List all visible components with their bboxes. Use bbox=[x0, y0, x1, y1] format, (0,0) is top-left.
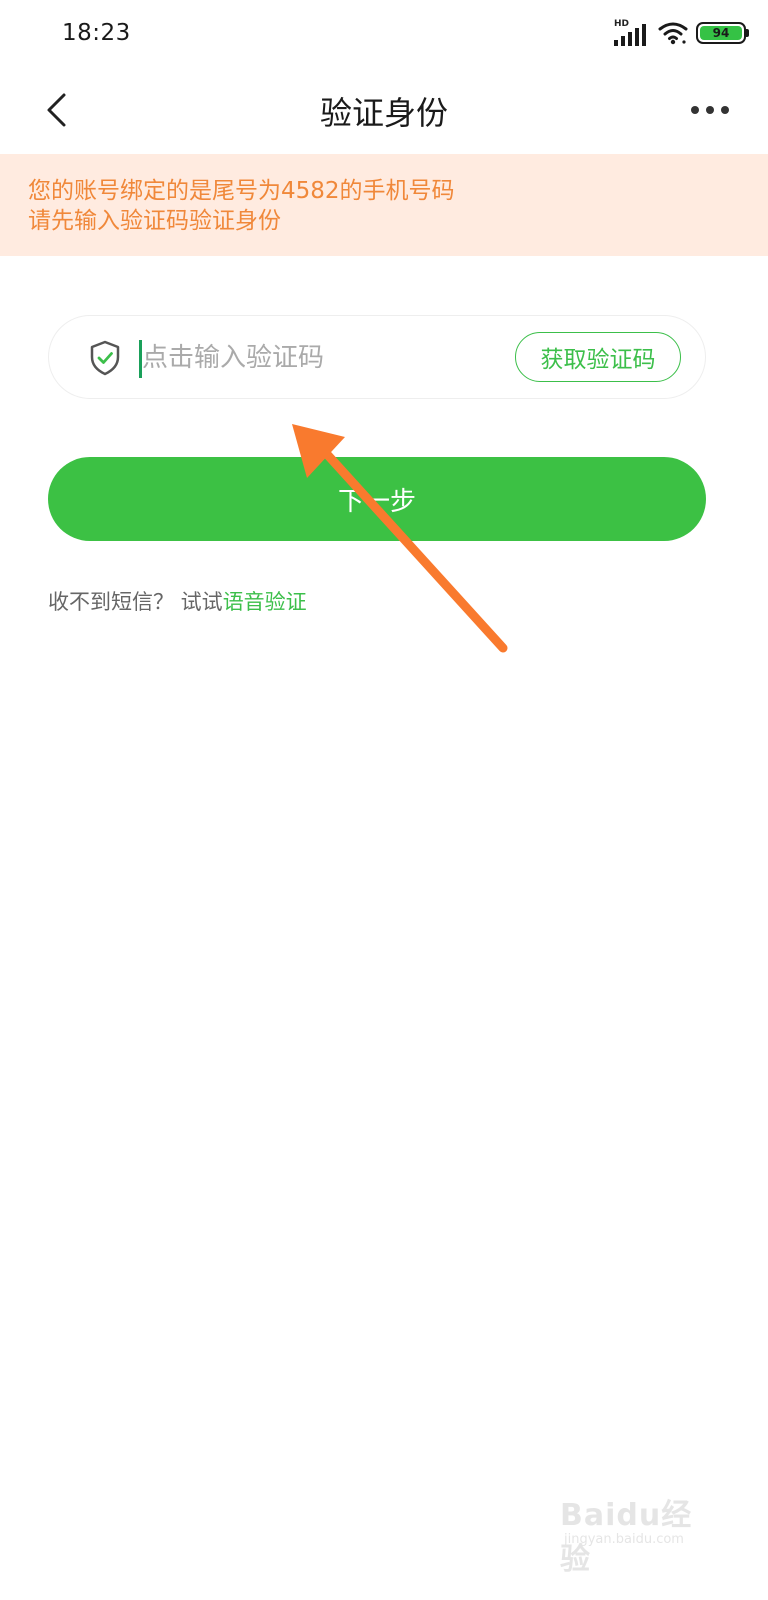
voice-verification-hint: 收不到短信？ 试试语音验证 bbox=[48, 586, 307, 616]
screen: 18:23 HD 94 验证身份 您的账号绑定的是尾号为4582的手机号码 请先… bbox=[0, 0, 768, 1600]
status-bar: 18:23 HD 94 bbox=[0, 0, 768, 66]
notice-line-1: 您的账号绑定的是尾号为4582的手机号码 bbox=[28, 178, 455, 204]
battery-level: 94 bbox=[700, 26, 742, 40]
more-dots-icon bbox=[691, 106, 729, 114]
battery-icon: 94 bbox=[696, 22, 749, 44]
status-icons: HD 94 bbox=[614, 18, 749, 48]
status-time: 18:23 bbox=[62, 20, 131, 46]
voice-hint-prefix: 收不到短信？ 试试 bbox=[48, 590, 223, 614]
signal-icon: HD bbox=[614, 19, 648, 47]
next-step-button[interactable]: 下一步 bbox=[48, 457, 706, 541]
page-title: 验证身份 bbox=[319, 94, 448, 132]
notice-line-2: 请先输入验证码验证身份 bbox=[28, 208, 281, 234]
watermark-url: jingyan.baidu.com bbox=[564, 1532, 684, 1547]
verification-code-field: 获取验证码 bbox=[48, 315, 706, 399]
shield-check-icon bbox=[90, 340, 120, 376]
voice-verification-link[interactable]: 语音验证 bbox=[223, 590, 307, 614]
verification-code-input[interactable] bbox=[142, 332, 502, 384]
baidu-watermark: Baidu经验 jingyan.baidu.com bbox=[560, 1490, 720, 1577]
get-code-button[interactable]: 获取验证码 bbox=[515, 332, 681, 382]
notice-banner: 您的账号绑定的是尾号为4582的手机号码 请先输入验证码验证身份 bbox=[0, 154, 768, 256]
wifi-icon bbox=[658, 22, 688, 45]
title-bar: 验证身份 bbox=[0, 66, 768, 154]
more-button[interactable] bbox=[682, 84, 738, 136]
